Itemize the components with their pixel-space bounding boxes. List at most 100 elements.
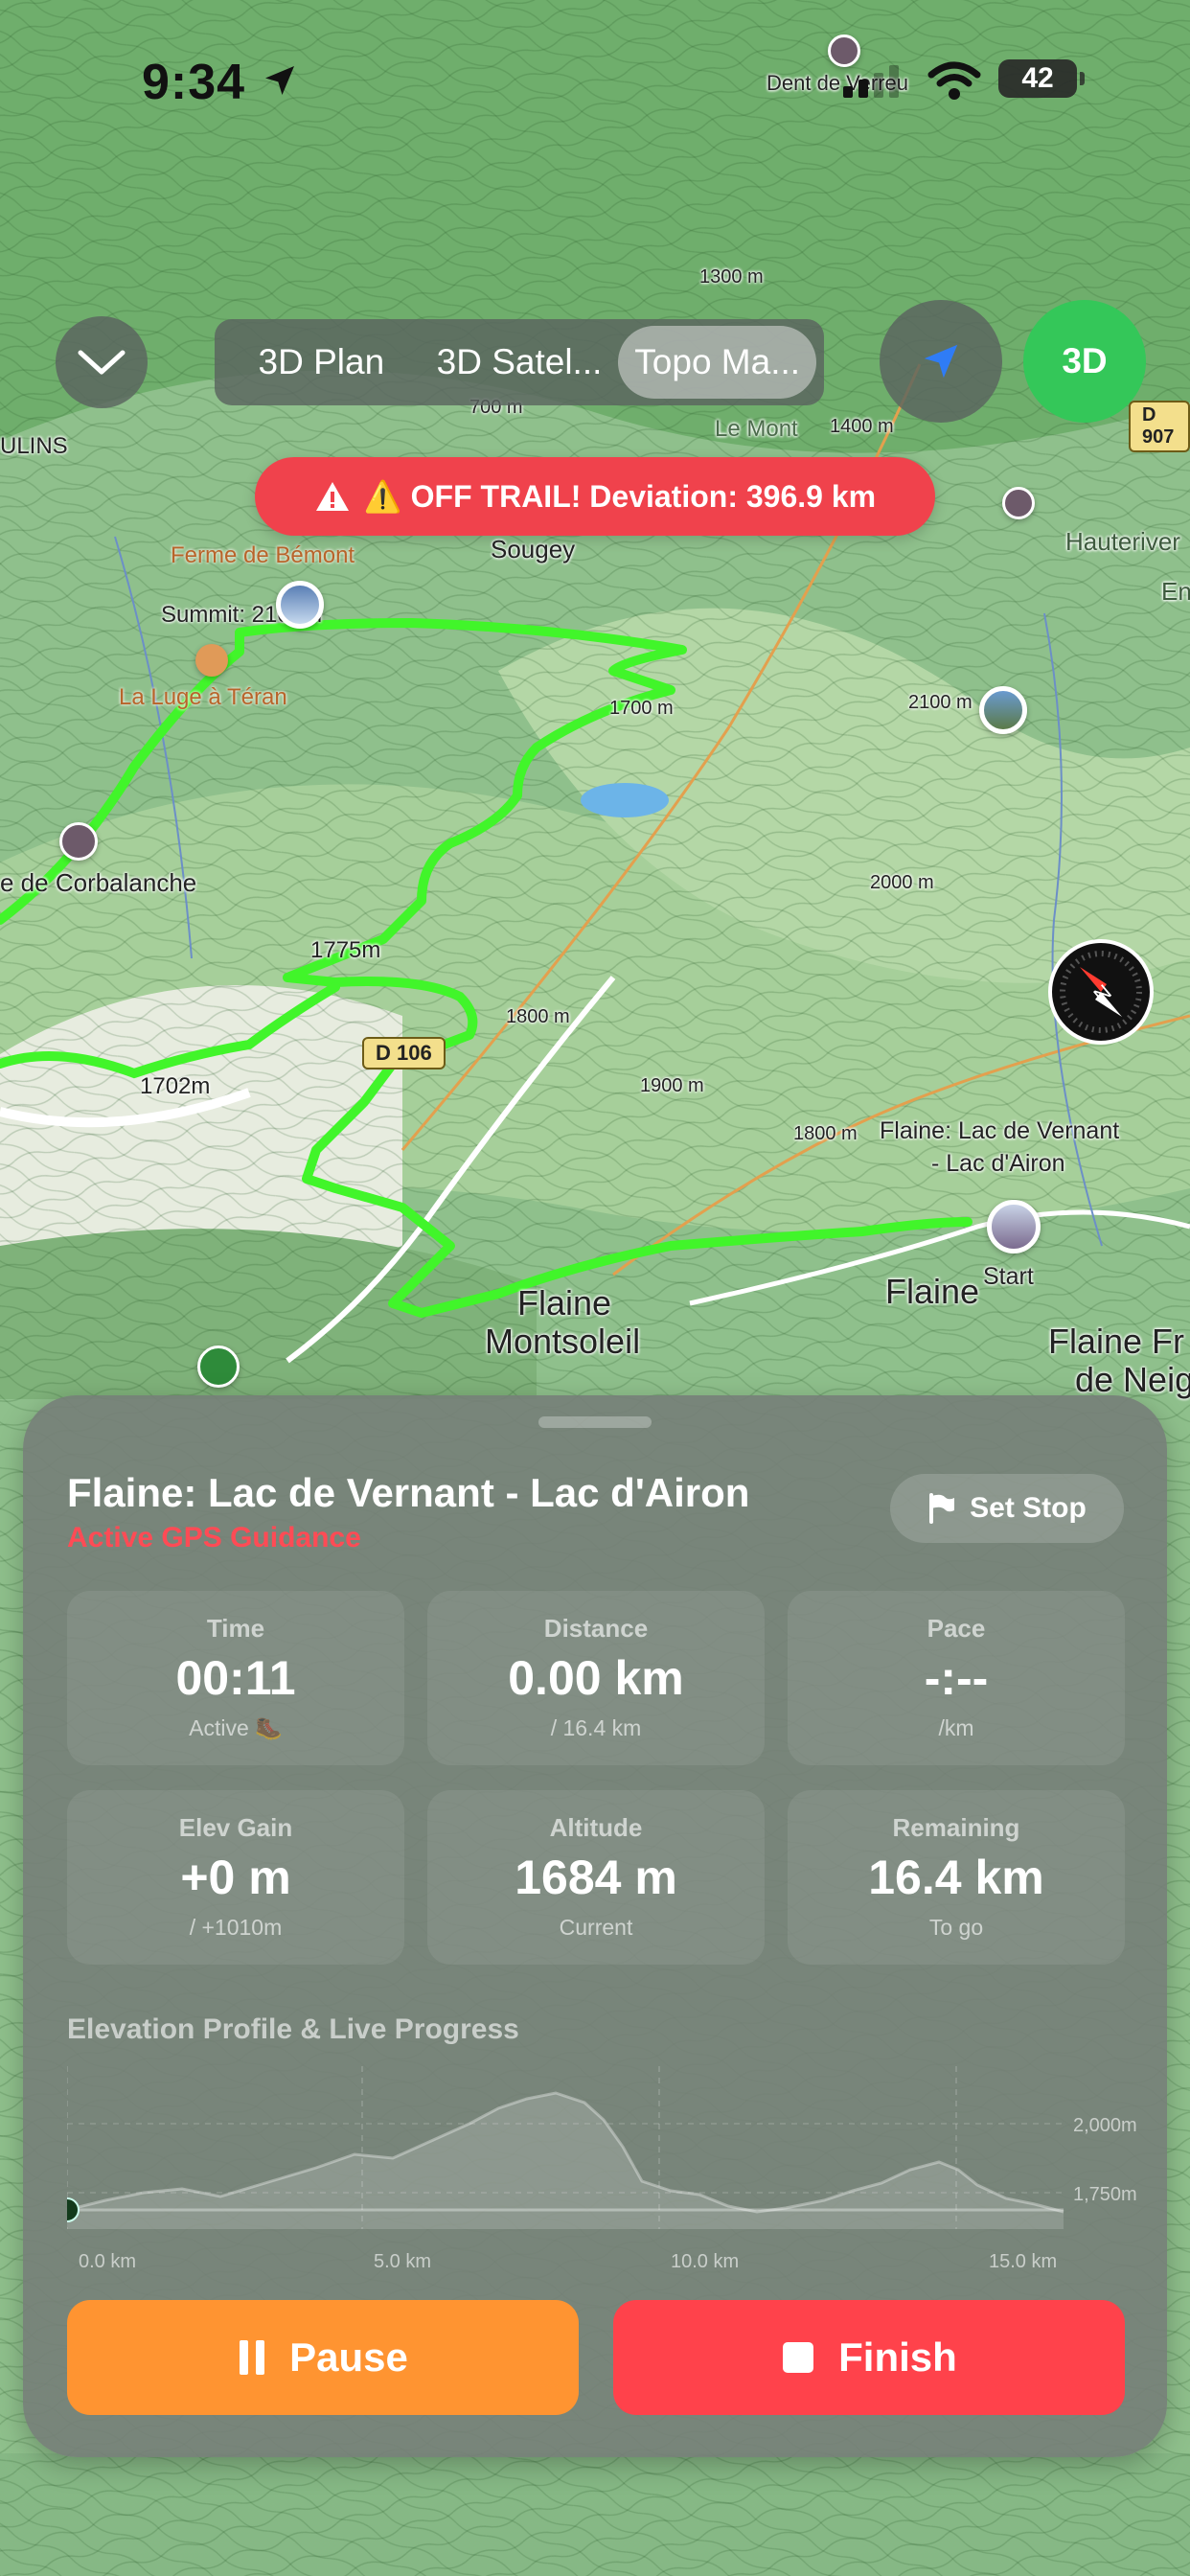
stat-distance: Distance 0.00 km / 16.4 km xyxy=(427,1591,765,1765)
trail-title: Flaine: Lac de Vernant - Lac d'Airon xyxy=(67,1470,750,1515)
map-label-place: Hauteriver xyxy=(1065,527,1180,556)
viewpoint-pin[interactable] xyxy=(979,686,1027,734)
elevation-profile-title: Elevation Profile & Live Progress xyxy=(67,2013,519,2045)
off-trail-alert[interactable]: ⚠️ OFF TRAIL! Deviation: 396.9 km xyxy=(255,457,935,536)
map-label-waypoint: 1775m xyxy=(310,937,381,963)
map-style-selector[interactable]: 3D Plan 3D Satel... Topo Ma... xyxy=(215,319,824,405)
stat-remaining: Remaining 16.4 km To go xyxy=(788,1790,1125,1965)
status-time: 9:34 xyxy=(142,55,246,110)
stat-label: Time xyxy=(206,1614,265,1643)
map-label-trail-name: - Lac d'Airon xyxy=(931,1150,1065,1177)
cellular-signal-icon xyxy=(843,65,899,98)
stat-value: 16.4 km xyxy=(868,1851,1044,1904)
start-pin[interactable] xyxy=(987,1200,1041,1254)
map-label-contour: 2000 m xyxy=(870,872,934,893)
profile-x-label: 0.0 km xyxy=(79,2251,136,2272)
map-label-place: ULINS xyxy=(0,433,68,459)
svg-text:N: N xyxy=(1088,979,1115,1007)
peak-marker-icon[interactable] xyxy=(1002,487,1035,519)
set-stop-label: Set Stop xyxy=(970,1492,1087,1524)
stat-sub: / +1010m xyxy=(189,1915,283,1940)
map-label-contour: 1400 m xyxy=(830,416,894,437)
pause-icon xyxy=(240,2340,265,2375)
location-arrow-icon xyxy=(924,344,958,379)
alert-text: ⚠️ OFF TRAIL! Deviation: 396.9 km xyxy=(363,479,877,514)
compass-button[interactable]: N xyxy=(1048,939,1154,1045)
stat-label: Altitude xyxy=(549,1813,643,1842)
segment-3d-satellite[interactable]: 3D Satel... xyxy=(421,326,619,399)
recenter-location-button[interactable] xyxy=(880,300,1002,423)
stat-label: Pace xyxy=(927,1614,986,1643)
map-label-start: Start xyxy=(983,1263,1034,1290)
stat-sub: Current xyxy=(559,1915,633,1940)
map-label-contour: 2100 m xyxy=(908,692,973,713)
chevron-down-icon xyxy=(78,350,126,375)
map-label-waypoint: 1702m xyxy=(140,1073,211,1099)
status-bar: 9:34 42 xyxy=(0,48,1190,115)
stop-icon xyxy=(783,2342,814,2373)
finish-button[interactable]: Finish xyxy=(613,2300,1125,2415)
stat-value: 1684 m xyxy=(515,1851,677,1904)
map-label-town: de Neig xyxy=(1075,1360,1190,1399)
map-label-town: Flaine xyxy=(517,1283,612,1322)
segment-3d-plan[interactable]: 3D Plan xyxy=(222,326,421,399)
flag-icon xyxy=(929,1493,955,1524)
stats-grid: Time 00:11 Active 🥾 Distance 0.00 km / 1… xyxy=(67,1591,1125,1965)
stat-label: Distance xyxy=(543,1614,649,1643)
finish-label: Finish xyxy=(838,2334,957,2380)
road-sign: D 907 xyxy=(1129,401,1190,452)
wifi-icon xyxy=(927,61,981,100)
segment-topo-map[interactable]: Topo Ma... xyxy=(618,326,817,399)
map-label-place: e de Corbalanche xyxy=(0,868,197,897)
toggle-3d-button[interactable]: 3D xyxy=(1023,300,1146,423)
stat-elev-gain: Elev Gain +0 m / +1010m xyxy=(67,1790,404,1965)
stat-sub: Active 🥾 xyxy=(189,1715,283,1740)
map-label-trail-name: Flaine: Lac de Vernant xyxy=(880,1117,1120,1144)
battery-indicator: 42 xyxy=(998,59,1085,98)
restaurant-marker-icon[interactable] xyxy=(195,644,228,677)
pause-label: Pause xyxy=(289,2334,408,2380)
profile-y-label: 2,000m xyxy=(1073,2115,1137,2136)
map-label-place: Le Mont xyxy=(715,416,798,442)
peak-marker-icon[interactable] xyxy=(59,822,98,861)
stat-sub: /km xyxy=(938,1715,974,1740)
stat-value: 0.00 km xyxy=(508,1651,684,1705)
elevation-profile-chart[interactable]: 2,000m 1,750m 0.0 km 5.0 km 10.0 km 15.0… xyxy=(67,2066,1150,2277)
map-label-town: Montsoleil xyxy=(485,1322,641,1361)
location-arrow-icon xyxy=(265,66,294,95)
stat-pace: Pace -:-- /km xyxy=(788,1591,1125,1765)
sheet-grabber[interactable] xyxy=(538,1416,652,1428)
profile-y-label: 1,750m xyxy=(1073,2184,1137,2205)
stat-label: Remaining xyxy=(892,1813,1020,1842)
map-label-contour: 1900 m xyxy=(640,1075,704,1096)
map-label-town: Flaine xyxy=(885,1272,980,1311)
profile-x-label: 10.0 km xyxy=(671,2251,739,2272)
map-label-place: En xyxy=(1161,577,1190,606)
set-stop-button[interactable]: Set Stop xyxy=(890,1474,1124,1543)
guidance-status: Active GPS Guidance xyxy=(67,1522,361,1553)
map-label-contour: 1300 m xyxy=(699,266,764,288)
stat-value: 00:11 xyxy=(175,1651,296,1705)
compass-icon: N xyxy=(1060,951,1142,1033)
warning-icon xyxy=(315,482,349,511)
hiking-marker-icon[interactable] xyxy=(197,1346,240,1388)
stat-label: Elev Gain xyxy=(178,1813,293,1842)
map-label-place: Sougey xyxy=(491,535,576,564)
profile-x-label: 5.0 km xyxy=(374,2251,431,2272)
map-label-town: Flaine Fr xyxy=(1048,1322,1185,1361)
map-label-poi: La Luge à Téran xyxy=(119,684,287,710)
stat-sub: To go xyxy=(928,1915,984,1940)
stat-value: +0 m xyxy=(180,1851,291,1904)
navigation-panel: Flaine: Lac de Vernant - Lac d'Airon Act… xyxy=(23,1395,1167,2457)
profile-x-label: 15.0 km xyxy=(989,2251,1057,2272)
collapse-button[interactable] xyxy=(56,316,148,408)
stat-time: Time 00:11 Active 🥾 xyxy=(67,1591,404,1765)
summit-pin[interactable] xyxy=(276,581,324,629)
stat-altitude: Altitude 1684 m Current xyxy=(427,1790,765,1965)
map-label-poi: Ferme de Bémont xyxy=(171,542,355,568)
pause-button[interactable]: Pause xyxy=(67,2300,579,2415)
stat-value: -:-- xyxy=(924,1651,989,1705)
stat-sub: / 16.4 km xyxy=(550,1715,642,1740)
map-label-contour: 1800 m xyxy=(793,1123,858,1144)
map-label-contour: 1700 m xyxy=(609,698,674,719)
